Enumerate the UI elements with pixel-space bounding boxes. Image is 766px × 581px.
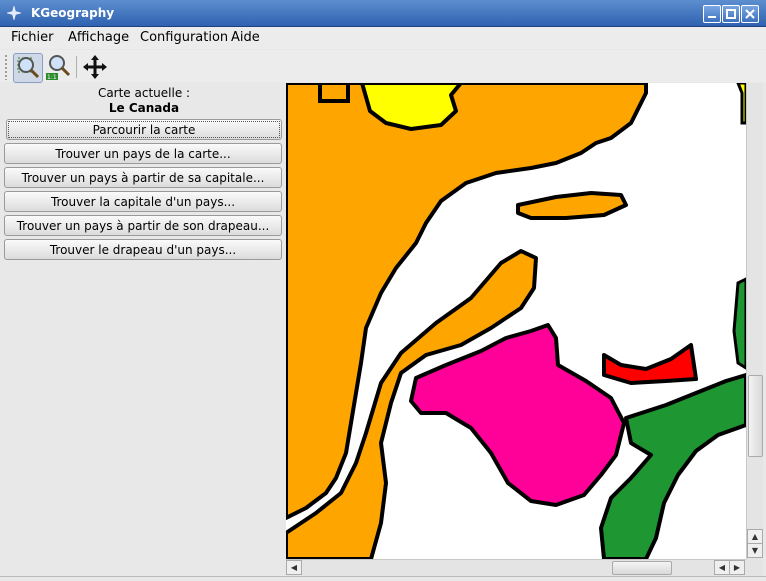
vertical-scroll-thumb[interactable] [748,375,763,457]
sidebar: Carte actuelle : Le Canada Parcourir la … [4,84,284,564]
menu-bar: Fichier Affichage Configuration Aide [0,27,766,49]
maximize-button[interactable] [722,5,740,23]
map-canvas[interactable] [286,83,746,559]
find-country-by-capital-button[interactable]: Trouver un pays à partir de sa capitale.… [4,167,282,188]
menu-fichier[interactable]: Fichier [11,30,54,45]
window-title: KGeography [31,6,115,20]
scroll-up-button[interactable]: ▲ [747,529,763,544]
map-region-green[interactable] [599,373,746,559]
menu-affichage[interactable]: Affichage [68,30,129,45]
toolbar-grip[interactable] [4,54,8,80]
horizontal-scrollbar[interactable]: ◀ ◀ ▶ [286,559,746,576]
current-map-name: Le Canada [108,101,180,115]
current-map-label: Carte actuelle : [97,86,191,100]
scroll-left-button-2[interactable]: ◀ [714,560,730,575]
map-region-yellow-edge[interactable] [736,83,746,125]
scroll-right-button[interactable]: ▶ [729,560,745,575]
menu-aide[interactable]: Aide [231,30,260,45]
map-region-orange-notch[interactable] [318,83,350,103]
move-button[interactable] [81,53,109,81]
horizontal-scroll-thumb[interactable] [612,561,672,575]
zoom-select-button[interactable] [13,53,43,83]
maximize-icon [726,9,736,19]
zoom-original-icon: 1:1 [46,55,71,81]
find-country-by-flag-button[interactable]: Trouver un pays à partir de son drapeau.… [4,215,282,236]
kgeography-app-icon [6,5,22,21]
close-icon [745,9,755,19]
title-bar[interactable]: KGeography [0,0,766,27]
scroll-down-button[interactable]: ▼ [747,543,763,558]
scrollbar-corner [746,559,763,576]
map-view[interactable] [286,83,746,559]
svg-text:1:1: 1:1 [47,74,57,81]
close-button[interactable] [741,5,759,23]
map-region-orange-island[interactable] [516,191,628,220]
scroll-left-button[interactable]: ◀ [286,560,302,575]
map-region-green-edge[interactable] [732,277,746,370]
menu-configuration[interactable]: Configuration [140,30,228,45]
map-region-red[interactable] [602,343,698,385]
find-capital-button[interactable]: Trouver la capitale d'un pays... [4,191,282,212]
minimize-icon [708,16,716,18]
zoom-original-button[interactable]: 1:1 [45,53,73,81]
find-country-button[interactable]: Trouver un pays de la carte... [4,143,282,164]
toolbar: 1:1 [0,50,766,83]
vertical-scrollbar[interactable]: ▲ ▼ [746,83,763,559]
toolbar-separator [76,56,77,78]
browse-map-button[interactable]: Parcourir la carte [6,119,282,140]
zoom-select-icon [17,57,40,79]
move-icon [83,55,107,79]
window-bottom-frame [0,576,766,581]
minimize-button[interactable] [703,5,721,23]
find-flag-button[interactable]: Trouver le drapeau d'un pays... [4,239,282,260]
